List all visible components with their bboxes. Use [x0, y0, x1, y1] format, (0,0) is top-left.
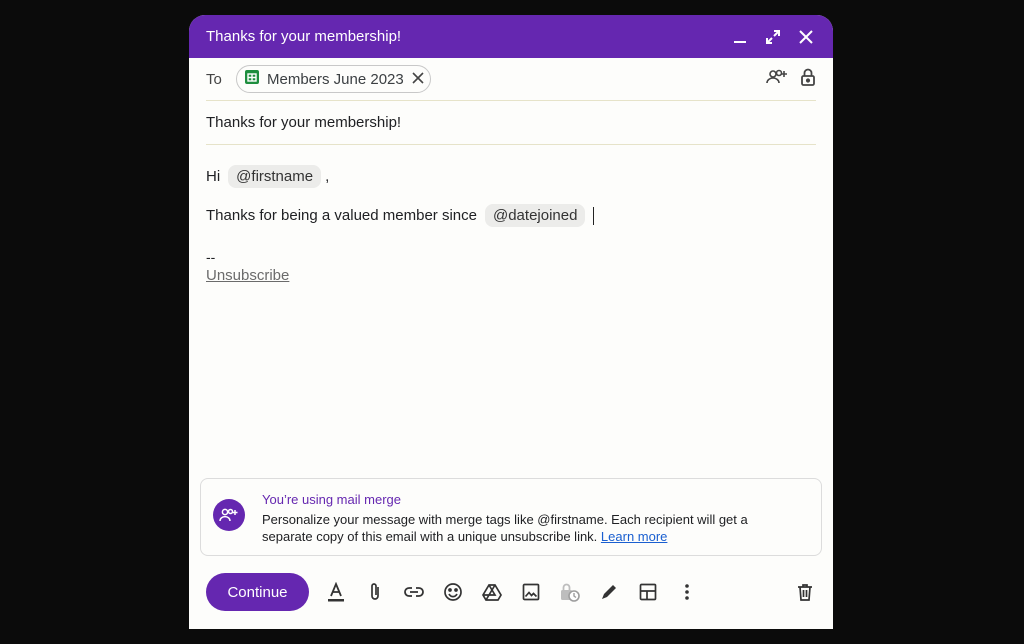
- banner-description: Personalize your message with merge tags…: [262, 511, 792, 545]
- to-label: To: [206, 70, 222, 88]
- remove-recipient-icon[interactable]: [412, 71, 424, 88]
- delete-icon[interactable]: [794, 581, 816, 603]
- greeting-suffix: ,: [325, 168, 330, 185]
- minimize-icon[interactable]: [730, 27, 750, 47]
- window-title: Thanks for your membership!: [206, 28, 402, 45]
- recipients-row: To Members June 2023: [206, 58, 816, 101]
- unsubscribe-link[interactable]: Unsubscribe: [206, 267, 289, 284]
- compose-window: Thanks for your membership! To Members J…: [189, 15, 833, 629]
- firstname-tag[interactable]: @firstname: [228, 165, 322, 188]
- title-bar: Thanks for your membership!: [189, 15, 833, 58]
- recipient-chip[interactable]: Members June 2023: [236, 65, 431, 93]
- compose-toolbar: Continue: [206, 573, 816, 611]
- attach-icon[interactable]: [364, 581, 386, 603]
- mail-merge-icon: [213, 499, 245, 531]
- mail-merge-banner: You’re using mail merge Personalize your…: [200, 478, 822, 556]
- text-cursor: [593, 206, 595, 225]
- body-line: Thanks for being a valued member since: [206, 207, 477, 224]
- learn-more-link[interactable]: Learn more: [601, 529, 667, 544]
- fullscreen-icon[interactable]: [763, 27, 783, 47]
- signature-icon[interactable]: [598, 581, 620, 603]
- close-icon[interactable]: [796, 27, 816, 47]
- recipient-chip-label: Members June 2023: [267, 70, 404, 88]
- signature-separator: --: [206, 249, 216, 265]
- link-icon[interactable]: [403, 581, 425, 603]
- message-body[interactable]: Hi @firstname , Thanks for being a value…: [189, 165, 833, 284]
- add-recipients-icon[interactable]: [766, 68, 788, 91]
- confidential-icon[interactable]: [559, 581, 581, 603]
- layout-icon[interactable]: [637, 581, 659, 603]
- more-options-icon[interactable]: [676, 581, 698, 603]
- lock-icon[interactable]: [800, 68, 816, 91]
- emoji-icon[interactable]: [442, 581, 464, 603]
- greeting-text: Hi: [206, 168, 221, 185]
- banner-description-text: Personalize your message with merge tags…: [262, 512, 748, 544]
- datejoined-tag[interactable]: @datejoined: [484, 204, 586, 227]
- banner-title: You’re using mail merge: [262, 492, 401, 507]
- subject-field[interactable]: Thanks for your membership!: [206, 101, 816, 145]
- image-icon[interactable]: [520, 581, 542, 603]
- sheets-icon: [245, 70, 259, 88]
- continue-button[interactable]: Continue: [206, 573, 309, 611]
- drive-icon[interactable]: [481, 581, 503, 603]
- format-text-icon[interactable]: [325, 581, 347, 603]
